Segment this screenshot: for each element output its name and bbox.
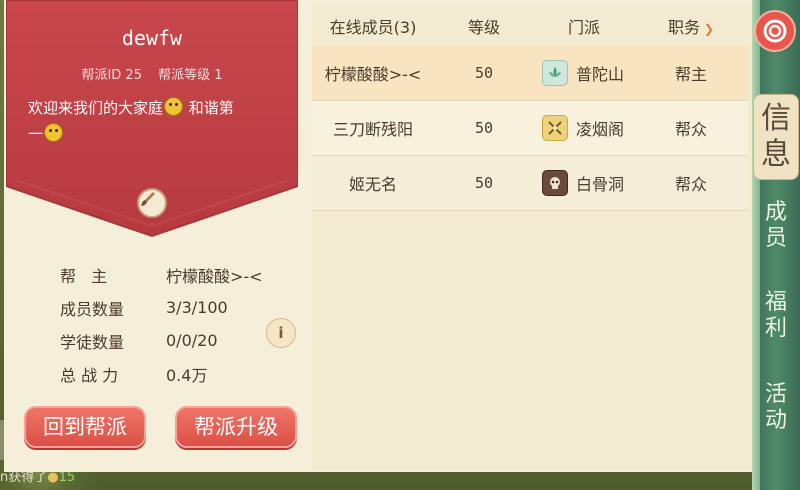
apprentices-value: 0/0/20 xyxy=(166,331,218,350)
members-label: 成员数量 xyxy=(60,299,125,319)
tab-members-label: 成员 xyxy=(764,200,787,251)
motto-text-2: 和谐第 xyxy=(184,99,234,117)
member-name: 柠檬酸酸>-< xyxy=(324,65,422,84)
tab-welfare-label: 福利 xyxy=(764,290,787,341)
table-row[interactable]: 姬无名 50 白骨洞 帮众 xyxy=(312,156,748,211)
power-value: 0.4万 xyxy=(166,365,208,385)
tab-activity-label: 活动 xyxy=(764,382,787,433)
apprentices-label: 学徒数量 xyxy=(60,332,125,352)
sect-name: 白骨洞 xyxy=(576,175,625,194)
surprised-emoji-icon xyxy=(164,97,184,116)
header-role-sort[interactable]: 职务 ❯ xyxy=(634,14,748,38)
member-sect: 凌烟阁 xyxy=(534,115,634,141)
guild-info-list: 帮 主 柠檬酸酸>-< 成员数量 3/3/100 学徒数量 0/0/20 总 战… xyxy=(60,258,300,390)
header-level: 等级 xyxy=(467,18,500,37)
info-icon: i xyxy=(278,324,284,342)
leader-value: 柠檬酸酸>-< xyxy=(166,266,263,286)
member-table: 柠檬酸酸>-< 50 普陀山 帮主 三刀断残阳 50 凌烟阁 帮众 姬无名 50… xyxy=(312,46,748,211)
info-help-button[interactable]: i xyxy=(266,318,296,348)
world-chat-amount: 15 xyxy=(58,470,76,485)
table-row[interactable]: 三刀断残阳 50 凌烟阁 帮众 xyxy=(312,101,748,156)
header-role: 职务 xyxy=(667,18,700,37)
tab-info-label: 信息 xyxy=(761,101,791,172)
guild-level: 帮派等级 1 xyxy=(158,68,223,83)
guild-name: dewfw xyxy=(121,26,183,50)
leader-label: 帮 主 xyxy=(60,266,108,286)
table-row[interactable]: 柠檬酸酸>-< 50 普陀山 帮主 xyxy=(312,46,748,101)
member-level: 50 xyxy=(474,119,494,137)
guild-meta: 帮派ID 25 帮派等级 1 xyxy=(6,64,298,83)
sect-name: 普陀山 xyxy=(576,65,625,84)
skull-icon xyxy=(542,170,568,196)
member-table-header: 在线成员(3) 等级 门派 职务 ❯ xyxy=(312,8,748,44)
world-chat-text: n获得了 xyxy=(0,470,48,485)
info-row-power: 总 战 力 0.4万 xyxy=(60,357,300,390)
crossed-swords-icon xyxy=(542,115,568,141)
close-ring-icon xyxy=(763,19,787,43)
member-sect: 白骨洞 xyxy=(534,170,634,196)
guild-banner: dewfw 帮派ID 25 帮派等级 1 欢迎来我们的大家庭 和谐第 一 xyxy=(6,0,298,238)
edit-motto-button[interactable] xyxy=(137,188,167,218)
header-sect: 门派 xyxy=(567,18,600,37)
chevron-down-icon: ❯ xyxy=(703,22,715,36)
tab-activity[interactable]: 活动 xyxy=(756,382,796,434)
motto-text-1: 欢迎来我们的大家庭 xyxy=(28,99,164,117)
member-role: 帮众 xyxy=(674,120,707,139)
info-row-leader: 帮 主 柠檬酸酸>-< xyxy=(60,258,300,291)
info-row-members: 成员数量 3/3/100 xyxy=(60,291,300,324)
member-sect: 普陀山 xyxy=(534,60,634,86)
header-online-members: 在线成员(3) xyxy=(329,18,417,37)
member-role: 帮主 xyxy=(674,65,707,84)
member-level: 50 xyxy=(474,64,494,82)
shy-emoji-icon xyxy=(44,123,64,142)
member-role: 帮众 xyxy=(674,175,707,194)
guild-upgrade-button[interactable]: 帮派升级 xyxy=(175,406,297,448)
tab-welfare[interactable]: 福利 xyxy=(756,290,796,342)
lotus-icon xyxy=(542,60,568,86)
members-value: 3/3/100 xyxy=(166,298,228,317)
info-row-apprentices: 学徒数量 0/0/20 xyxy=(60,324,300,357)
member-level: 50 xyxy=(474,174,494,192)
coin-icon: ● xyxy=(47,470,59,485)
member-name: 三刀断残阳 xyxy=(332,120,413,139)
brush-icon xyxy=(141,192,155,206)
motto-text-3: 一 xyxy=(28,125,44,143)
back-to-guild-button[interactable]: 回到帮派 xyxy=(24,406,146,448)
guild-motto: 欢迎来我们的大家庭 和谐第 一 xyxy=(28,95,288,147)
power-label: 总 战 力 xyxy=(60,365,119,385)
close-button[interactable] xyxy=(754,10,796,52)
member-name: 姬无名 xyxy=(348,175,397,194)
tab-info[interactable]: 信息 xyxy=(753,94,799,180)
sect-name: 凌烟阁 xyxy=(576,120,625,139)
guild-id: 帮派ID 25 xyxy=(81,68,142,83)
tab-members[interactable]: 成员 xyxy=(756,200,796,252)
